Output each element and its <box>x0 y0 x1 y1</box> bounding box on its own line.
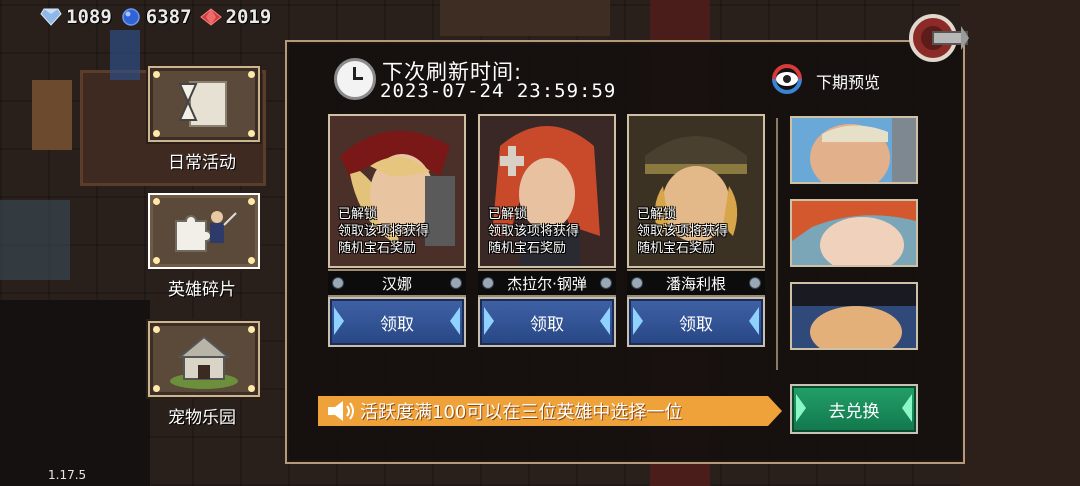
diamond-icon <box>40 8 62 26</box>
resource-diamond: 1089 <box>40 6 112 28</box>
sidebar-item-label: 宠物乐园 <box>168 408 236 428</box>
exchange-button-label: 去兑换 <box>828 401 880 422</box>
hero-card-penhaligon: 已解锁 领取该项将获得 随机宝石奖励 潘海利根 领取 <box>627 114 765 352</box>
speaker-icon <box>328 401 354 421</box>
hero-card-gerald: 已解锁 领取该项将获得 随机宝石奖励 杰拉尔·钢弹 领取 <box>478 114 616 352</box>
ruby-count: 2019 <box>225 6 272 28</box>
sapphire-icon <box>122 8 140 26</box>
hero-name-bar: 潘海利根 <box>627 269 765 297</box>
hero-name-bar: 汉娜 <box>328 269 466 297</box>
sidebar-item-hero-fragments[interactable]: 英雄碎片 <box>148 193 260 300</box>
hero-card-hanna: 已解锁 领取该项将获得 随机宝石奖励 汉娜 领取 <box>328 114 466 352</box>
resource-ruby: 2019 <box>199 6 272 28</box>
hero-fragments-frame[interactable] <box>148 193 260 269</box>
resource-bar: 1089 6387 2019 <box>40 4 275 30</box>
clock-icon <box>334 58 376 100</box>
hero-unlock-info: 已解锁 领取该项将获得 随机宝石奖励 <box>637 207 729 256</box>
ruby-icon <box>199 8 222 26</box>
hero-unlock-info: 已解锁 领取该项将获得 随机宝石奖励 <box>338 207 430 256</box>
diamond-count: 1089 <box>66 6 112 28</box>
sapphire-count: 6387 <box>145 6 192 28</box>
preview-hero-thumb[interactable] <box>790 199 918 267</box>
claim-button-hanna[interactable]: 领取 <box>328 297 466 347</box>
next-preview-label[interactable]: 下期预览 <box>816 69 880 93</box>
hero-name-bar: 杰拉尔·钢弹 <box>478 269 616 297</box>
hero-unlock-info: 已解锁 领取该项将获得 随机宝石奖励 <box>488 207 580 256</box>
claim-button-label: 领取 <box>679 314 713 335</box>
preview-hero-thumb[interactable] <box>790 282 918 350</box>
claim-button-penhaligon[interactable]: 领取 <box>627 297 765 347</box>
daily-activity-frame[interactable] <box>148 66 260 142</box>
hero-name: 杰拉尔·钢弹 <box>507 274 587 293</box>
pet-house-icon <box>170 335 238 389</box>
scroll-hourglass-icon <box>178 81 227 127</box>
hero-name: 潘海利根 <box>665 274 726 293</box>
claim-button-gerald[interactable]: 领取 <box>478 297 616 347</box>
notice-text: 活跃度满100可以在三位英雄中选择一位 <box>360 402 683 423</box>
pet-park-frame[interactable] <box>148 321 260 397</box>
sidebar-item-pet-park[interactable]: 宠物乐园 <box>148 321 260 428</box>
preview-divider <box>776 118 778 370</box>
resource-sapphire: 6387 <box>120 6 192 28</box>
eye-preview-icon <box>772 64 802 94</box>
preview-hero-thumb[interactable] <box>790 116 918 184</box>
claim-button-label: 领取 <box>530 314 564 335</box>
sidebar-item-label: 日常活动 <box>168 153 236 173</box>
sidebar-item-daily-activity[interactable]: 日常活动 <box>148 66 260 173</box>
close-icon[interactable] <box>907 10 971 66</box>
refresh-time: 2023-07-24 23:59:59 <box>380 80 617 102</box>
puzzle-hero-icon <box>175 211 237 252</box>
claim-button-label: 领取 <box>380 314 414 335</box>
sidebar-item-label: 英雄碎片 <box>168 280 236 300</box>
hero-name: 汉娜 <box>381 274 412 293</box>
version-label: 1.17.5 <box>48 468 87 482</box>
activity-notice-banner: 活跃度满100可以在三位英雄中选择一位 <box>318 396 782 426</box>
exchange-button[interactable]: 去兑换 <box>790 384 918 434</box>
